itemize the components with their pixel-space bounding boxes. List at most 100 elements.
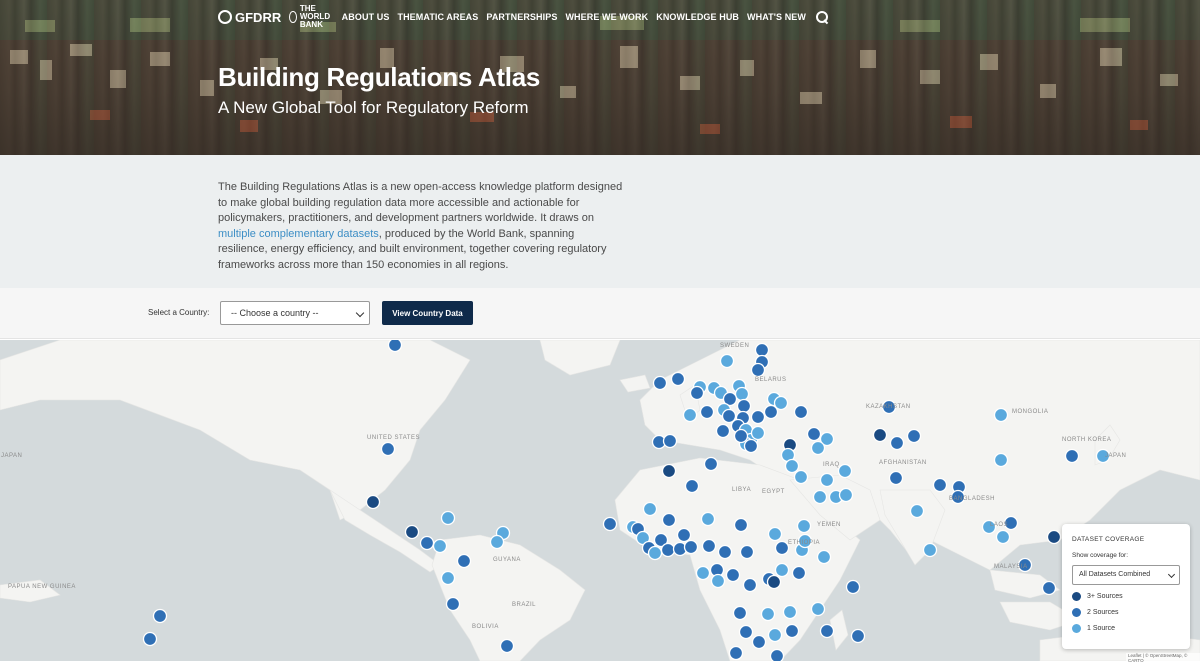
country-marker[interactable] (793, 469, 809, 485)
country-marker[interactable] (683, 539, 699, 555)
country-marker[interactable] (715, 423, 731, 439)
datasets-link[interactable]: multiple complementary datasets (218, 228, 379, 240)
country-marker[interactable] (717, 544, 733, 560)
country-marker[interactable] (766, 574, 782, 590)
country-marker[interactable] (889, 435, 905, 451)
country-marker[interactable] (751, 634, 767, 650)
country-marker[interactable] (432, 538, 448, 554)
country-marker[interactable] (810, 601, 826, 617)
country-marker[interactable] (732, 605, 748, 621)
country-marker[interactable] (806, 426, 822, 442)
country-marker[interactable] (734, 386, 750, 402)
map-attribution[interactable]: Leaflet | © OpenStreetMap, © CARTO (1126, 653, 1200, 663)
country-marker[interactable] (670, 371, 686, 387)
country-marker[interactable] (784, 458, 800, 474)
country-marker[interactable] (845, 579, 861, 595)
nav-knowledge-hub[interactable]: KNOWLEDGE HUB (656, 12, 739, 22)
country-marker[interactable] (760, 606, 776, 622)
country-marker[interactable] (440, 510, 456, 526)
nav-where-we-work[interactable]: WHERE WE WORK (565, 12, 648, 22)
country-marker[interactable] (932, 477, 948, 493)
country-marker[interactable] (404, 524, 420, 540)
country-marker[interactable] (695, 565, 711, 581)
country-marker[interactable] (993, 452, 1009, 468)
country-marker[interactable] (791, 565, 807, 581)
country-marker[interactable] (440, 570, 456, 586)
country-marker[interactable] (796, 518, 812, 534)
country-select[interactable]: -- Choose a country -- (220, 301, 370, 325)
country-marker[interactable] (736, 398, 752, 414)
gfdrr-logo[interactable]: GFDRR (218, 10, 281, 25)
country-marker[interactable] (774, 562, 790, 578)
country-marker[interactable] (742, 577, 758, 593)
country-marker[interactable] (642, 501, 658, 517)
country-marker[interactable] (728, 645, 744, 661)
country-marker[interactable] (743, 438, 759, 454)
country-marker[interactable] (993, 407, 1009, 423)
country-marker[interactable] (1064, 448, 1080, 464)
search-icon[interactable] (816, 11, 828, 23)
country-marker[interactable] (763, 404, 779, 420)
country-marker[interactable] (684, 478, 700, 494)
country-marker[interactable] (387, 340, 403, 353)
country-marker[interactable] (719, 353, 735, 369)
country-marker[interactable] (750, 362, 766, 378)
country-marker[interactable] (733, 428, 749, 444)
country-marker[interactable] (837, 463, 853, 479)
country-marker[interactable] (661, 463, 677, 479)
country-marker[interactable] (710, 573, 726, 589)
country-marker[interactable] (784, 623, 800, 639)
country-marker[interactable] (922, 542, 938, 558)
worldbank-logo[interactable]: THE WORLD BANK (289, 5, 341, 29)
country-marker[interactable] (700, 511, 716, 527)
country-marker[interactable] (662, 433, 678, 449)
country-marker[interactable] (909, 503, 925, 519)
country-marker[interactable] (701, 538, 717, 554)
country-marker[interactable] (767, 526, 783, 542)
country-marker[interactable] (647, 545, 663, 561)
nav-whats-new[interactable]: WHAT'S NEW (747, 12, 806, 22)
nav-thematic-areas[interactable]: THEMATIC AREAS (397, 12, 478, 22)
country-marker[interactable] (733, 517, 749, 533)
country-marker[interactable] (816, 549, 832, 565)
country-marker[interactable] (872, 427, 888, 443)
country-marker[interactable] (782, 604, 798, 620)
country-marker[interactable] (1041, 580, 1057, 596)
nav-about-us[interactable]: ABOUT US (342, 12, 390, 22)
country-marker[interactable] (750, 409, 766, 425)
country-marker[interactable] (769, 648, 785, 662)
nav-partnerships[interactable]: PARTNERSHIPS (486, 12, 557, 22)
country-marker[interactable] (888, 470, 904, 486)
country-marker[interactable] (793, 404, 809, 420)
country-marker[interactable] (699, 404, 715, 420)
country-marker[interactable] (499, 638, 515, 654)
country-marker[interactable] (445, 596, 461, 612)
country-marker[interactable] (850, 628, 866, 644)
country-marker[interactable] (750, 425, 766, 441)
country-marker[interactable] (738, 624, 754, 640)
country-marker[interactable] (774, 540, 790, 556)
country-marker[interactable] (812, 489, 828, 505)
country-marker[interactable] (660, 542, 676, 558)
country-marker[interactable] (906, 428, 922, 444)
country-marker[interactable] (703, 456, 719, 472)
country-marker[interactable] (152, 608, 168, 624)
world-map[interactable]: UNITED STATES JAPAN GUYANA BRAZIL BOLIVI… (0, 340, 1200, 661)
country-marker[interactable] (838, 487, 854, 503)
country-marker[interactable] (754, 342, 770, 358)
country-marker[interactable] (652, 375, 668, 391)
country-marker[interactable] (676, 527, 692, 543)
view-country-data-button[interactable]: View Country Data (382, 301, 473, 325)
country-marker[interactable] (142, 631, 158, 647)
country-marker[interactable] (380, 441, 396, 457)
country-marker[interactable] (1046, 529, 1062, 545)
country-marker[interactable] (819, 472, 835, 488)
country-marker[interactable] (767, 627, 783, 643)
country-marker[interactable] (661, 512, 677, 528)
map-canvas[interactable] (0, 340, 1200, 661)
country-marker[interactable] (819, 623, 835, 639)
country-marker[interactable] (456, 553, 472, 569)
country-marker[interactable] (739, 544, 755, 560)
country-marker[interactable] (365, 494, 381, 510)
country-marker[interactable] (810, 440, 826, 456)
